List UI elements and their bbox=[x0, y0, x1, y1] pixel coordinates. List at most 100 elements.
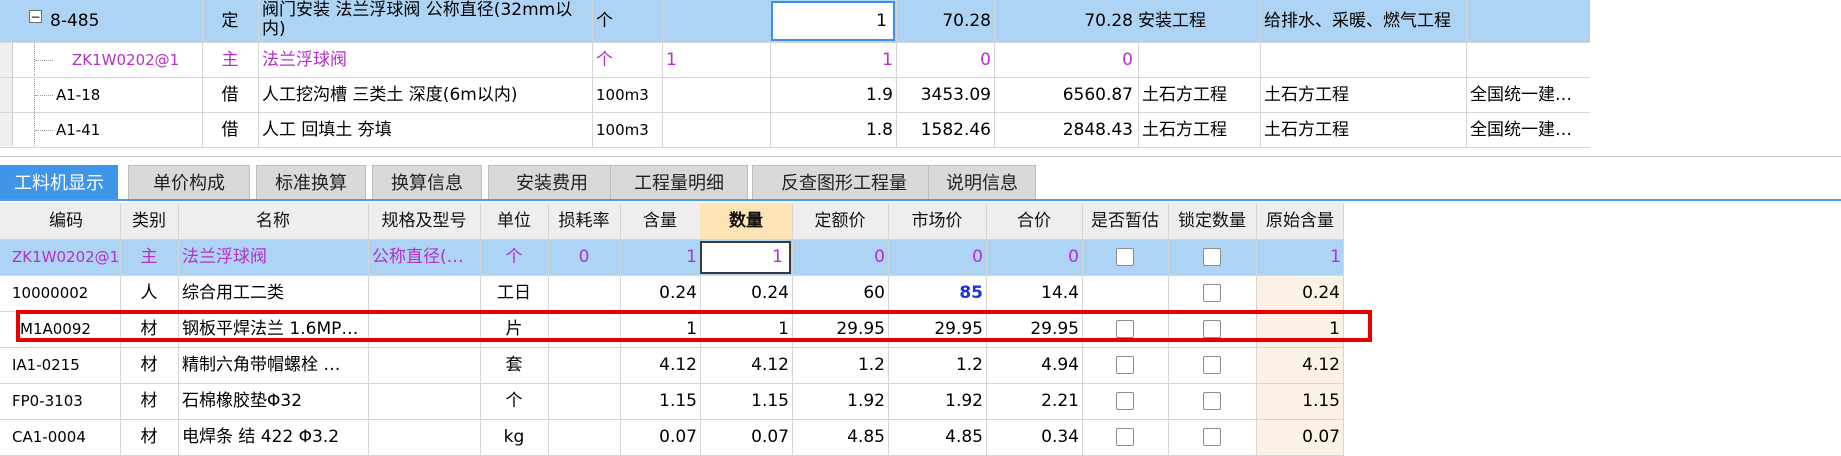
item-total: 6560.87 bbox=[1062, 85, 1133, 105]
lock-qty-checkbox[interactable] bbox=[1203, 284, 1221, 302]
item-cat1: 安装工程 bbox=[1138, 11, 1206, 31]
cell-quota-price: 60 bbox=[863, 283, 885, 303]
item-code: A1-18 bbox=[56, 86, 101, 104]
col-spec[interactable]: 规格及型号 bbox=[368, 203, 480, 239]
item-type: 借 bbox=[221, 120, 239, 140]
cell-quota-price: 0 bbox=[874, 247, 885, 267]
item-col5: 1 bbox=[666, 50, 677, 70]
col-lock-qty[interactable]: 锁定数量 bbox=[1168, 203, 1256, 239]
provisional-checkbox[interactable] bbox=[1116, 248, 1134, 266]
table-row[interactable]: M1A0092 材 钢板平焊法兰 1.6MP… 片 1 1 29.95 29.9… bbox=[0, 312, 1344, 348]
provisional-checkbox[interactable] bbox=[1116, 356, 1134, 374]
tab-quantity-detail[interactable]: 工程量明细 bbox=[610, 165, 748, 200]
col-type[interactable]: 类别 bbox=[120, 203, 178, 239]
collapse-icon[interactable]: − bbox=[29, 10, 42, 23]
item-code: ZK1W0202@1 bbox=[72, 51, 180, 69]
tab-description[interactable]: 说明信息 bbox=[928, 165, 1036, 200]
table-row[interactable]: ZK1W0202@1 主 法兰浮球阀 公称直径(… 个 0 1 1 0 0 0 … bbox=[0, 240, 1344, 276]
cell-content: 0.07 bbox=[659, 427, 697, 447]
lock-qty-checkbox[interactable] bbox=[1203, 392, 1221, 410]
cell-orig-content: 1.15 bbox=[1257, 384, 1343, 419]
provisional-checkbox[interactable] bbox=[1116, 392, 1134, 410]
cell-code: M1A0092 bbox=[20, 320, 91, 338]
lock-qty-checkbox[interactable] bbox=[1203, 428, 1221, 446]
tab-labor-material[interactable]: 工料机显示 bbox=[0, 165, 118, 200]
item-cat3: 全国统一建… bbox=[1470, 85, 1572, 105]
provisional-checkbox[interactable] bbox=[1116, 320, 1134, 338]
tab-graphic-quantity[interactable]: 反查图形工程量 bbox=[752, 165, 936, 200]
cell-total: 2.21 bbox=[1041, 391, 1079, 411]
item-name: 人工 回填土 夯填 bbox=[262, 120, 392, 140]
col-name[interactable]: 名称 bbox=[178, 203, 368, 239]
cell-quota-price: 4.85 bbox=[847, 427, 885, 447]
cell-content: 1 bbox=[686, 319, 697, 339]
cell-code: 10000002 bbox=[12, 284, 89, 302]
materials-grid: 编码 类别 名称 规格及型号 单位 损耗率 含量 数量 定额价 市场价 合价 是… bbox=[0, 203, 1344, 456]
col-loss[interactable]: 损耗率 bbox=[548, 203, 620, 239]
qty-input[interactable]: 1 bbox=[771, 1, 895, 41]
quota-row[interactable]: A1-41 借 人工 回填土 夯填 100m3 1.8 1582.46 2848… bbox=[0, 113, 1590, 148]
quota-row[interactable]: ZK1W0202@1 主 法兰浮球阀 个 1 1 0 0 bbox=[0, 43, 1590, 78]
item-total: 0 bbox=[1122, 50, 1133, 70]
table-row[interactable]: 10000002 人 综合用工二类 工日 0.24 0.24 60 85 14.… bbox=[0, 276, 1344, 312]
cell-name: 法兰浮球阀 bbox=[182, 247, 267, 267]
lock-qty-checkbox[interactable] bbox=[1203, 248, 1221, 266]
item-price: 70.28 bbox=[942, 11, 991, 31]
cell-total: 4.94 bbox=[1041, 355, 1079, 375]
cell-market-price: 85 bbox=[959, 283, 983, 303]
tab-standard-conversion[interactable]: 标准换算 bbox=[256, 165, 366, 200]
cell-name: 电焊条 结 422 Φ3.2 bbox=[182, 427, 340, 447]
cell-type: 材 bbox=[140, 391, 158, 411]
col-market-price[interactable]: 市场价 bbox=[888, 203, 986, 239]
item-cat2: 土石方工程 bbox=[1264, 120, 1349, 140]
cell-name: 精制六角带帽螺栓 … bbox=[182, 355, 341, 375]
cell-total: 14.4 bbox=[1041, 283, 1079, 303]
tab-unit-price[interactable]: 单价构成 bbox=[128, 165, 250, 200]
cell-market-price: 4.85 bbox=[945, 427, 983, 447]
cell-name: 石棉橡胶垫Φ32 bbox=[182, 391, 303, 411]
cell-qty: 1 bbox=[778, 319, 789, 339]
table-row[interactable]: IA1-0215 材 精制六角带帽螺栓 … 套 4.12 4.12 1.2 1.… bbox=[0, 348, 1344, 384]
item-cat3: 全国统一建… bbox=[1470, 120, 1572, 140]
cell-type: 材 bbox=[140, 427, 158, 447]
qty-input[interactable]: 1 bbox=[700, 241, 791, 274]
col-qty[interactable]: 数量 bbox=[700, 203, 792, 239]
item-type: 定 bbox=[221, 11, 239, 31]
lock-qty-checkbox[interactable] bbox=[1203, 320, 1221, 338]
item-price: 0 bbox=[980, 50, 991, 70]
quota-row[interactable]: A1-18 借 人工挖沟槽 三类土 深度(6m以内) 100m3 1.9 345… bbox=[0, 78, 1590, 113]
cell-content: 0.24 bbox=[659, 283, 697, 303]
item-name: 阀门安装 法兰浮球阀 公称直径(32mm以内) bbox=[262, 0, 573, 39]
cell-market-price: 1.92 bbox=[945, 391, 983, 411]
cell-orig-content: 1 bbox=[1330, 247, 1341, 267]
cell-code: IA1-0215 bbox=[12, 356, 80, 374]
cell-total: 29.95 bbox=[1030, 319, 1079, 339]
cell-unit: 片 bbox=[505, 319, 523, 339]
cell-name: 综合用工二类 bbox=[182, 283, 284, 303]
tab-conversion-info[interactable]: 换算信息 bbox=[372, 165, 482, 200]
cell-content: 1 bbox=[686, 247, 697, 267]
tab-installation-fee[interactable]: 安装费用 bbox=[488, 165, 616, 200]
cell-type: 主 bbox=[140, 247, 158, 267]
col-orig-content[interactable]: 原始含量 bbox=[1256, 203, 1344, 239]
col-quota-price[interactable]: 定额价 bbox=[792, 203, 888, 239]
item-cat3 bbox=[1470, 0, 1588, 42]
item-qty: 1.8 bbox=[865, 120, 893, 140]
item-unit: 个 bbox=[596, 50, 613, 70]
cell-code: FP0-3103 bbox=[12, 392, 83, 410]
table-row[interactable]: CA1-0004 材 电焊条 结 422 Φ3.2 kg 0.07 0.07 4… bbox=[0, 420, 1344, 456]
cell-total: 0 bbox=[1068, 247, 1079, 267]
item-cat2: 土石方工程 bbox=[1264, 85, 1349, 105]
table-row[interactable]: FP0-3103 材 石棉橡胶垫Φ32 个 1.15 1.15 1.92 1.9… bbox=[0, 384, 1344, 420]
quota-row[interactable]: − 8-485 定 阀门安装 法兰浮球阀 公称直径(32mm以内) 个 1 70… bbox=[0, 0, 1590, 43]
item-qty: 1.9 bbox=[865, 85, 893, 105]
col-total[interactable]: 合价 bbox=[986, 203, 1082, 239]
item-type: 主 bbox=[221, 50, 239, 70]
item-type: 借 bbox=[221, 85, 239, 105]
lock-qty-checkbox[interactable] bbox=[1203, 356, 1221, 374]
provisional-checkbox[interactable] bbox=[1116, 428, 1134, 446]
col-provisional[interactable]: 是否暂估 bbox=[1082, 203, 1168, 239]
col-unit[interactable]: 单位 bbox=[480, 203, 548, 239]
col-content[interactable]: 含量 bbox=[620, 203, 700, 239]
col-code[interactable]: 编码 bbox=[12, 203, 120, 239]
